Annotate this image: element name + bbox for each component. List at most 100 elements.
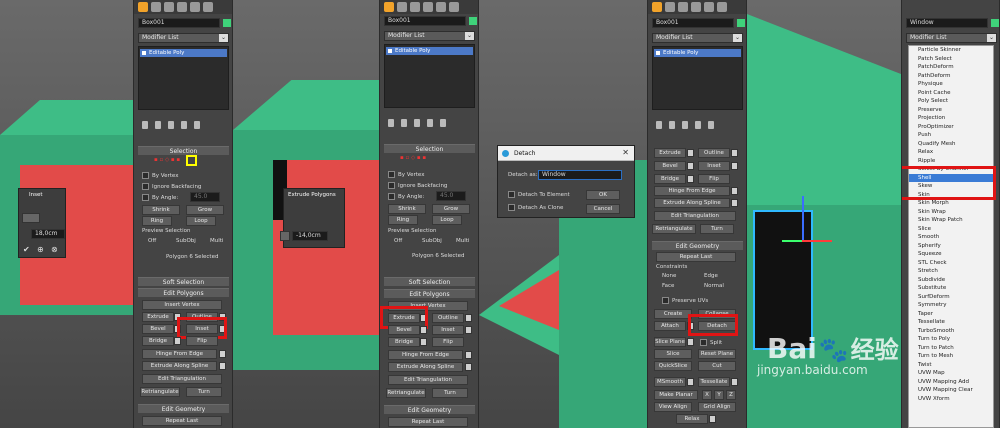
ok-button[interactable]: OK	[586, 190, 620, 200]
modifier-menu-item[interactable]: Ripple	[909, 157, 993, 166]
ignore-backfacing[interactable]: Ignore Backfacing	[388, 182, 447, 189]
object-color[interactable]	[469, 17, 477, 25]
shrink-button[interactable]: Shrink	[142, 205, 180, 215]
slice-button[interactable]: Slice	[654, 349, 692, 359]
object-name[interactable]: Box001	[652, 18, 734, 28]
extrude-spline-settings[interactable]	[219, 362, 226, 370]
caddy-value[interactable]: -14,0cm	[292, 231, 328, 241]
msmooth-settings[interactable]	[687, 378, 694, 386]
hierarchy-tab-icon[interactable]	[164, 2, 174, 12]
preview-multi[interactable]: Multi	[210, 238, 223, 244]
inset-button[interactable]: Inset	[698, 161, 730, 171]
relax-button[interactable]: Relax	[676, 414, 708, 424]
soft-selection-rollout[interactable]: Soft Selection	[384, 277, 475, 286]
pin-icon[interactable]	[142, 121, 148, 129]
edit-triangulation-button[interactable]: Edit Triangulation	[388, 375, 468, 385]
caddy-mode[interactable]	[22, 213, 40, 223]
extrude-spline-button[interactable]: Extrude Along Spline	[388, 362, 463, 372]
bevel-button[interactable]: Bevel	[654, 161, 686, 171]
hinge-button[interactable]: Hinge From Edge	[388, 350, 463, 360]
modifier-menu-item[interactable]: UVW Mapping Clear	[909, 386, 993, 395]
modifier-menu-item[interactable]: Tessellate	[909, 318, 993, 327]
hinge-settings[interactable]	[731, 187, 738, 195]
display-tab-icon[interactable]	[436, 2, 446, 12]
grow-button[interactable]: Grow	[186, 205, 224, 215]
repeat-last-button[interactable]: Repeat Last	[142, 416, 222, 426]
preserve-uvs[interactable]: Preserve UVs	[662, 297, 708, 304]
modifier-menu-item[interactable]: Squeeze	[909, 250, 993, 259]
constraint-edge[interactable]: Edge	[704, 273, 718, 279]
extrude-spline-settings[interactable]	[731, 199, 738, 207]
angle-value[interactable]: 45.0	[436, 191, 466, 201]
edit-triangulation-button[interactable]: Edit Triangulation	[142, 374, 222, 384]
modifier-menu-item[interactable]: Substitute	[909, 284, 993, 293]
retriangulate-button[interactable]: Retriangulate	[140, 387, 180, 397]
bevel-settings[interactable]	[420, 326, 427, 334]
inset-settings[interactable]	[731, 162, 738, 170]
relax-settings[interactable]	[709, 415, 716, 423]
hinge-button[interactable]: Hinge From Edge	[142, 349, 217, 359]
modifier-menu-item[interactable]: Preserve	[909, 106, 993, 115]
by-angle[interactable]: By Angle:	[142, 194, 178, 201]
angle-value[interactable]: 45.0	[190, 192, 220, 202]
bridge-button[interactable]: Bridge	[388, 337, 420, 347]
loop-button[interactable]: Loop	[432, 215, 462, 225]
bevel-button[interactable]: Bevel	[388, 325, 420, 335]
show-end-icon[interactable]	[155, 121, 161, 129]
bridge-settings[interactable]	[420, 338, 427, 346]
modifier-menu-item[interactable]: Stretch	[909, 267, 993, 276]
flip-button[interactable]: Flip	[698, 174, 730, 184]
edit-geometry-rollout[interactable]: Edit Geometry	[652, 241, 743, 250]
modifier-menu-item[interactable]: Turn to Mesh	[909, 352, 993, 361]
object-name[interactable]: Box001	[384, 16, 466, 26]
retriangulate-button[interactable]: Retriangulate	[386, 388, 426, 398]
modifier-menu-item[interactable]: SurfDeform	[909, 293, 993, 302]
pin-icon[interactable]	[656, 121, 662, 129]
utilities-tab-icon[interactable]	[717, 2, 727, 12]
extrude-caddy[interactable]: Extrude Polygons -14,0cm	[280, 188, 345, 248]
by-angle[interactable]: By Angle:	[388, 193, 424, 200]
preview-subobj[interactable]: SubObj	[176, 238, 196, 244]
modifier-menu-item[interactable]: Quadify Mesh	[909, 140, 993, 149]
pin-icon[interactable]	[388, 119, 394, 127]
cancel-button[interactable]: Cancel	[586, 204, 620, 214]
extrude-button[interactable]: Extrude	[142, 312, 174, 322]
stack-item[interactable]: Editable Poly	[140, 49, 227, 57]
modifier-menu-item[interactable]: Particle Skinner	[909, 46, 993, 55]
modifier-stack[interactable]: Editable Poly	[384, 44, 475, 108]
ring-button[interactable]: Ring	[388, 215, 418, 225]
preview-off[interactable]: Off	[148, 238, 156, 244]
attach-button[interactable]: Attach	[654, 321, 686, 331]
flip-button[interactable]: Flip	[432, 337, 464, 347]
modifier-menu-item[interactable]: Twist	[909, 361, 993, 370]
object-name[interactable]: Box001	[138, 18, 220, 28]
show-end-icon[interactable]	[669, 121, 675, 129]
x-button[interactable]: X	[702, 390, 712, 400]
modifier-menu-item[interactable]: Point Cache	[909, 89, 993, 98]
preview-off[interactable]: Off	[394, 238, 402, 244]
constraint-none[interactable]: None	[662, 273, 676, 279]
modifier-menu-item[interactable]: UVW Mapping Add	[909, 378, 993, 387]
modifier-menu-item[interactable]: Symmetry	[909, 301, 993, 310]
bridge-button[interactable]: Bridge	[142, 336, 174, 346]
slice-plane-button[interactable]: Slice Plane	[654, 337, 686, 347]
tessellate-button[interactable]: Tessellate	[698, 377, 730, 387]
viewport-4[interactable]: Bai 🐾 经验 jingyan.baidu.com	[747, 0, 901, 428]
inset-button[interactable]: Inset	[432, 325, 464, 335]
caddy-cancel-icon[interactable]: ⊗	[51, 245, 58, 254]
reset-plane-button[interactable]: Reset Plane	[698, 349, 736, 359]
modify-tab-icon[interactable]	[665, 2, 675, 12]
outline-button[interactable]: Outline	[698, 148, 730, 158]
make-planar-button[interactable]: Make Planar	[654, 390, 698, 400]
extrude-button[interactable]: Extrude	[654, 148, 686, 158]
modify-tab-icon[interactable]	[151, 2, 161, 12]
grid-align-button[interactable]: Grid Align	[698, 402, 736, 412]
caddy-value[interactable]: 18,0cm	[31, 229, 65, 239]
insert-vertex-button[interactable]: Insert Vertex	[142, 300, 222, 310]
edit-polygons-rollout[interactable]: Edit Polygons	[138, 288, 229, 297]
caddy-apply-icon[interactable]: ⊕	[37, 245, 44, 254]
modifier-dropdown[interactable]: Particle Skinner Patch Select PatchDeform P…	[908, 45, 994, 428]
modifier-menu-item[interactable]: Skin Morph	[909, 199, 993, 208]
configure-icon[interactable]	[440, 119, 446, 127]
preview-multi[interactable]: Multi	[456, 238, 469, 244]
